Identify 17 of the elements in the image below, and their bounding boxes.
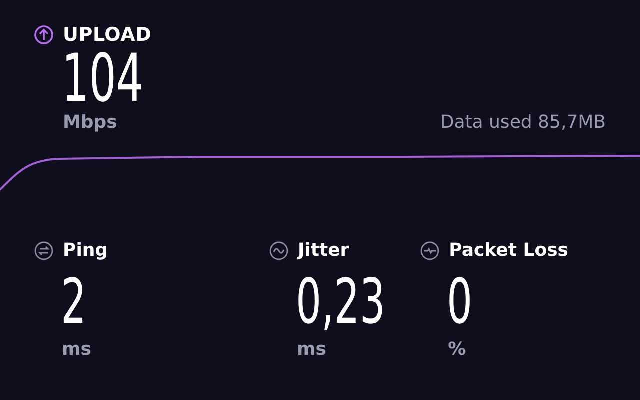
metric-value: 2 — [61, 269, 87, 335]
ping-icon — [34, 240, 54, 260]
data-used: Data used 85,7MB — [440, 112, 606, 133]
upload-icon — [34, 25, 54, 45]
upload-label: UPLOAD — [63, 24, 152, 46]
metric-label: Jitter — [298, 240, 350, 261]
metric-label: Ping — [63, 240, 108, 261]
metric-unit: % — [448, 339, 468, 360]
upload-speed: 104 — [62, 46, 144, 112]
packet-loss-icon — [420, 240, 440, 260]
metric-value: 0,23 — [296, 269, 386, 335]
metric-unit: ms — [62, 339, 92, 360]
metric-label: Packet Loss — [449, 240, 569, 261]
metric-unit: ms — [297, 339, 328, 360]
jitter-icon — [269, 240, 289, 260]
metric-value: 0 — [447, 269, 473, 335]
upload-unit: Mbps — [63, 112, 118, 133]
